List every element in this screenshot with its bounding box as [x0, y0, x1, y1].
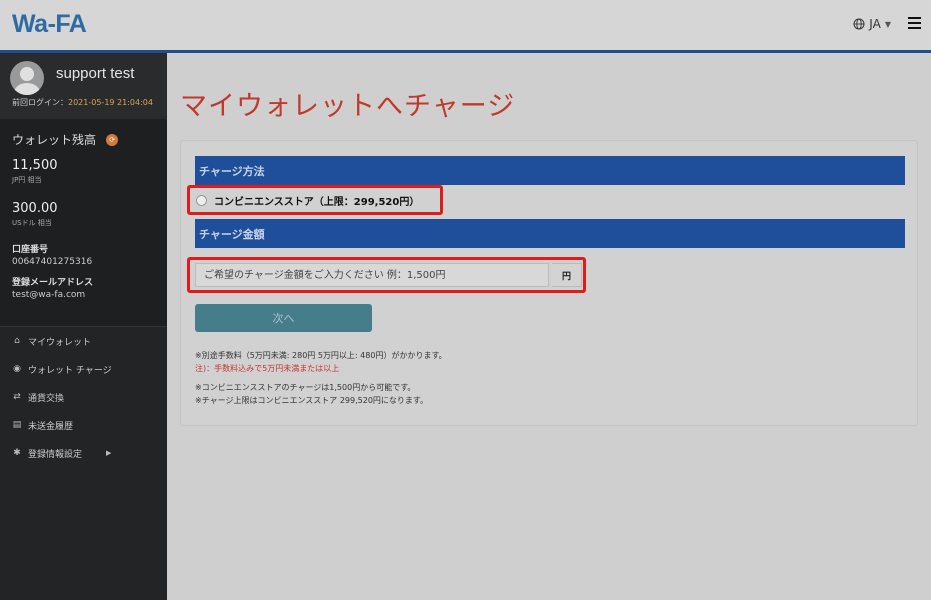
- charge-form-card: チャージ方法 コンビニエンスストア（上限：299,520円） チャージ金額 円 …: [180, 140, 918, 426]
- sidebar-item-registration-settings[interactable]: ✱ 登録情報設定 ▶: [0, 439, 167, 467]
- email-value: test@wa-fa.com: [12, 290, 86, 300]
- section-charge-method: チャージ方法: [195, 156, 905, 185]
- sidebar-item-label: 未送金履歴: [28, 421, 74, 432]
- sidebar-item-my-wallet[interactable]: ⌂ マイウォレット: [0, 327, 167, 355]
- sidebar-item-label: マイウォレット: [28, 337, 92, 348]
- globe-icon: [853, 18, 865, 30]
- refresh-icon[interactable]: ⟳: [106, 133, 119, 146]
- avatar: [10, 61, 44, 95]
- money-bag-icon: ◉: [13, 364, 21, 374]
- top-bar: Wa-FA JA ▼: [0, 0, 931, 50]
- wallet-title: ウォレット残高: [12, 133, 97, 147]
- charge-amount-input[interactable]: [195, 263, 549, 287]
- sidebar-item-label: 通貨交換: [28, 393, 65, 404]
- next-button[interactable]: 次へ: [195, 304, 372, 332]
- chevron-right-icon: ▶: [106, 449, 112, 457]
- caret-down-icon: ▼: [884, 19, 891, 29]
- hamburger-menu-icon[interactable]: [908, 17, 921, 29]
- balance-usd-unit: USドル 相当: [12, 219, 52, 227]
- note-minimum: ※コンビニエンスストアのチャージは1,500円から可能です。: [195, 383, 416, 392]
- notes: ※別途手数料（5万円未満: 280円 5万円以上: 480円）がかかります。 注…: [195, 349, 795, 407]
- language-selector[interactable]: JA ▼: [853, 17, 891, 31]
- profile-panel: support test 前回ログイン：2021-05-19 21:04:04: [0, 53, 167, 119]
- note-fee-caution: 注)：手数料込みで5万円未満または以上: [195, 364, 340, 373]
- note-maximum: ※チャージ上限はコンビニエンスストア 299,520円になります。: [195, 396, 429, 405]
- last-login-value: 2021-05-19 21:04:04: [68, 98, 153, 107]
- note-fee: ※別途手数料（5万円未満: 280円 5万円以上: 480円）がかかります。: [195, 351, 447, 360]
- sidebar-item-currency-exchange[interactable]: ⇄ 通貨交換: [0, 383, 167, 411]
- wallet-summary: ウォレット残高 ⟳ 11,500 JP円 相当 300.00 USドル 相当 口…: [0, 119, 167, 300]
- charge-amount-group: 円: [187, 257, 586, 293]
- sidebar-item-unsent-history[interactable]: ▤ 未送金履歴: [0, 411, 167, 439]
- sidebar: support test 前回ログイン：2021-05-19 21:04:04 …: [0, 53, 167, 600]
- sidebar-item-label: 登録情報設定: [28, 449, 83, 460]
- account-number: 00647401275316: [12, 257, 93, 267]
- sidebar-item-wallet-charge[interactable]: ◉ ウォレット チャージ: [0, 355, 167, 383]
- language-label: JA: [869, 17, 881, 31]
- history-icon: ▤: [12, 420, 22, 430]
- currency-addon: 円: [552, 263, 582, 287]
- email-label: 登録メールアドレス: [12, 278, 94, 288]
- page-title: マイウォレットへチャージ: [180, 91, 516, 122]
- bank-icon: ⌂: [14, 336, 20, 346]
- last-login: 前回ログイン：2021-05-19 21:04:04: [12, 97, 153, 108]
- convenience-store-radio[interactable]: [196, 194, 207, 206]
- exchange-icon: ⇄: [13, 392, 21, 402]
- sidebar-menu: ⌂ マイウォレット ◉ ウォレット チャージ ⇄ 通貨交換 ▤ 未送金履歴 ✱ …: [0, 326, 167, 600]
- username: support test: [56, 65, 135, 82]
- section-charge-amount: チャージ金額: [195, 219, 905, 248]
- charge-method-label: コンビニエンスストア（上限：299,520円）: [214, 196, 420, 208]
- last-login-label: 前回ログイン：: [12, 98, 68, 107]
- charge-method-option[interactable]: コンビニエンスストア（上限：299,520円）: [187, 185, 443, 215]
- balance-jpy: 11,500: [12, 158, 58, 173]
- sidebar-item-label: ウォレット チャージ: [28, 365, 112, 376]
- gear-icon: ✱: [13, 448, 21, 458]
- wallet-balance-heading: ウォレット残高 ⟳: [12, 131, 155, 148]
- balance-jpy-unit: JP円 相当: [12, 176, 42, 184]
- logo[interactable]: Wa-FA: [12, 10, 87, 39]
- account-number-label: 口座番号: [12, 245, 49, 255]
- balance-usd: 300.00: [12, 201, 58, 216]
